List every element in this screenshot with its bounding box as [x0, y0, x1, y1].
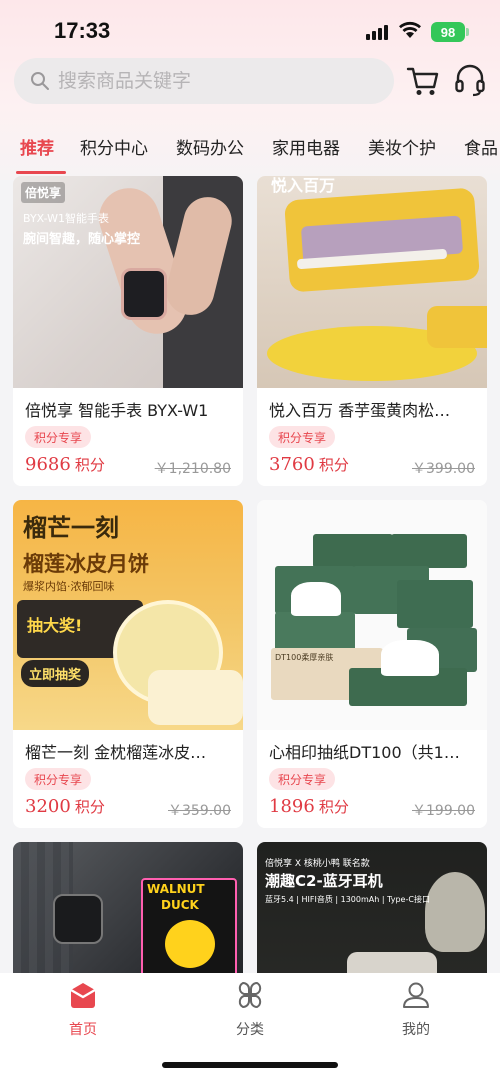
price-value: 3760	[269, 454, 315, 475]
points-badge: 积分专享	[25, 768, 92, 790]
brand-logo: 榴芒一刻	[23, 514, 119, 542]
nav-home[interactable]: 首页	[33, 981, 133, 1039]
brand-logo: 倍悦享	[21, 182, 66, 203]
battery-tip	[466, 28, 469, 36]
tab-beauty-care[interactable]: 美妆个护	[368, 134, 436, 159]
search-input[interactable]	[58, 70, 378, 92]
product-grid: 倍悦享 BYX-W1智能手表 腕间智趣，随心掌控 倍悦享 智能手表 BYX-W1…	[0, 176, 500, 973]
image-caption: WALNUT	[147, 882, 205, 896]
nav-home-label: 首页	[69, 1022, 97, 1038]
product-image: 悦入百万	[257, 176, 487, 388]
search-icon	[31, 72, 49, 90]
price-unit: 积分	[74, 798, 105, 816]
product-title: 榴芒一刻 金枕榴莲冰皮…	[25, 743, 207, 762]
product-card[interactable]: DT100柔厚亲肤 心相印抽纸DT100（共1… 积分专享 1896 积分 ￥19…	[257, 500, 487, 828]
status-time: 17:33	[54, 18, 111, 43]
tab-home-appliances[interactable]: 家用电器	[272, 134, 340, 159]
image-caption: BYX-W1智能手表	[23, 212, 110, 225]
tab-food[interactable]: 食品	[464, 134, 498, 159]
image-caption: 悦入百万	[271, 176, 336, 195]
original-price: ￥399.00	[412, 461, 475, 477]
price-value: 1896	[269, 796, 315, 817]
wifi-icon	[399, 21, 421, 38]
image-caption-2: DUCK	[161, 898, 199, 912]
product-title: 倍悦享 智能手表 BYX-W1	[25, 401, 209, 420]
price-unit: 积分	[318, 456, 349, 474]
price-value: 9686	[25, 454, 71, 475]
cart-icon[interactable]	[406, 64, 440, 98]
battery-icon: 98	[431, 22, 465, 42]
category-tabs: 推荐 积分中心 数码办公 家用电器 美妆个护 食品	[0, 130, 500, 176]
product-image: WALNUT DUCK	[13, 842, 243, 973]
price-value: 3200	[25, 796, 71, 817]
points-badge: 积分专享	[269, 426, 336, 448]
customer-service-icon[interactable]	[454, 64, 486, 98]
home-indicator	[162, 1062, 338, 1068]
search-bar[interactable]	[14, 58, 394, 104]
product-card[interactable]: 悦入百万 悦入百万 香芋蛋黄肉松… 积分专享 3760 积分 ￥399.00	[257, 176, 487, 486]
points-badge: 积分专享	[25, 426, 92, 448]
lottery-button[interactable]: 立即抽奖	[21, 660, 90, 687]
nav-profile-label: 我的	[402, 1022, 430, 1038]
product-title: 悦入百万 香芋蛋黄肉松…	[269, 401, 451, 420]
product-image: 榴芒一刻 榴莲冰皮月饼 爆浆内馅·浓郁回味 抽大奖! 立即抽奖	[13, 500, 243, 730]
product-card[interactable]: 倍悦享 X 核桃小鸭 联名款 潮趣C2-蓝牙耳机 蓝牙5.4 | HIFI音质 …	[257, 842, 487, 973]
image-headline: 榴莲冰皮月饼	[23, 552, 149, 576]
product-card[interactable]: 倍悦享 BYX-W1智能手表 腕间智趣，随心掌控 倍悦享 智能手表 BYX-W1…	[13, 176, 243, 486]
product-price: 9686 积分	[25, 454, 105, 475]
points-badge: 积分专享	[269, 768, 336, 790]
nav-category[interactable]: 分类	[200, 981, 300, 1039]
battery-level: 98	[440, 24, 456, 40]
product-card[interactable]: 榴芒一刻 榴莲冰皮月饼 爆浆内馅·浓郁回味 抽大奖! 立即抽奖 榴芒一刻 金枕榴…	[13, 500, 243, 828]
signal-icon	[366, 24, 390, 40]
product-price: 3760 积分	[269, 454, 349, 475]
product-price: 1896 积分	[269, 796, 349, 817]
image-caption: 倍悦享 X 核桃小鸭 联名款	[265, 859, 370, 869]
home-icon	[70, 983, 96, 1008]
image-slogan: 腕间智趣，随心掌控	[23, 232, 141, 247]
category-icon	[238, 981, 262, 1009]
original-price: ￥199.00	[412, 803, 475, 819]
active-tab-indicator	[16, 171, 66, 174]
product-image: DT100柔厚亲肤	[257, 500, 487, 730]
product-image: 倍悦享 X 核桃小鸭 联名款 潮趣C2-蓝牙耳机 蓝牙5.4 | HIFI音质 …	[257, 842, 487, 973]
original-price: ￥359.00	[168, 803, 231, 819]
lottery-banner: 抽大奖!	[27, 616, 83, 635]
price-unit: 积分	[74, 456, 105, 474]
nav-category-label: 分类	[236, 1022, 264, 1038]
original-price: ￥1,210.80	[154, 461, 231, 477]
product-card[interactable]: WALNUT DUCK	[13, 842, 243, 973]
product-title: 心相印抽纸DT100（共1…	[269, 743, 460, 762]
tab-digital-office[interactable]: 数码办公	[176, 134, 244, 159]
image-headline: 潮趣C2-蓝牙耳机	[265, 872, 383, 890]
tab-points-center[interactable]: 积分中心	[80, 134, 148, 159]
status-bar: 17:33 98	[0, 0, 500, 60]
nav-profile[interactable]: 我的	[366, 981, 466, 1039]
image-specs: 蓝牙5.4 | HIFI音质 | 1300mAh | Type-C接口	[265, 895, 430, 904]
price-unit: 积分	[318, 798, 349, 816]
profile-icon	[403, 982, 429, 1008]
product-price: 3200 积分	[25, 796, 105, 817]
image-caption: DT100柔厚亲肤	[275, 653, 334, 662]
tab-recommend[interactable]: 推荐	[20, 134, 54, 159]
product-image: 倍悦享 BYX-W1智能手表 腕间智趣，随心掌控	[13, 176, 243, 388]
image-caption: 爆浆内馅·浓郁回味	[23, 580, 115, 593]
